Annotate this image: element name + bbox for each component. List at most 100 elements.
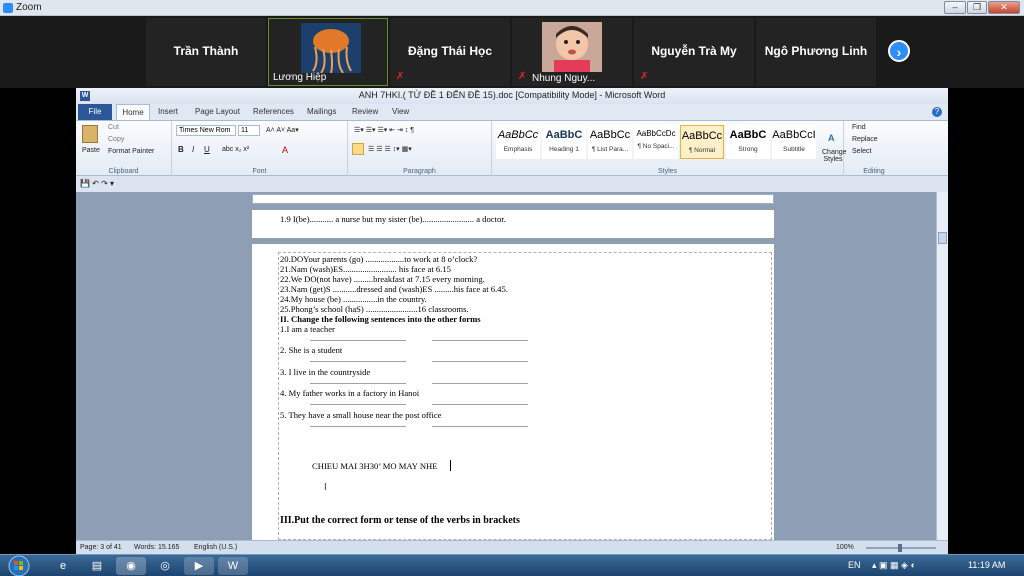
page-top-fragment: 1.9 I(be)........... a nurse but my sist… [252,210,774,238]
font-group: Times New Rom 11 A˄ A˅ Aa▾ B I U abc x₂ … [172,121,348,176]
windows-start-icon[interactable] [6,555,32,576]
style-list-paragraph[interactable]: AaBbCc ¶ List Para... [588,125,632,159]
horizontal-ruler[interactable] [252,194,774,204]
close-button[interactable]: ✕ [988,1,1020,14]
page[interactable]: 20.DOYour parents (go) .................… [252,244,774,540]
document-area[interactable]: 1.9 I(be)........... a nurse but my sist… [76,192,936,540]
folder-icon[interactable]: ▤ [82,557,112,575]
style-emphasis[interactable]: AaBbCc Emphasis [496,125,540,159]
style-heading-1[interactable]: AaBbC Heading 1 [542,125,586,159]
styles-group: AaBbCc Emphasis AaBbC Heading 1 AaBbCc ¶ Li… [492,121,847,176]
tray-icons[interactable]: ▴ ▣ ▦ ◈ ◐ [872,560,916,571]
scrollbar-thumb[interactable] [938,232,947,244]
word-window: ANH 7HKI.( TỪ ĐỀ 1 ĐẾN ĐỀ 15).doc [Compa… [76,88,948,554]
doc-line: 1.9 I(be)........... a nurse but my sist… [280,214,506,224]
font-name-select[interactable]: Times New Rom [176,125,236,136]
align-center-icon[interactable]: ☰ ☰ ☰ ↕▾ ▦▾ [368,145,412,153]
vertical-scrollbar[interactable] [936,192,948,540]
bullets-icon[interactable]: ☰▾ ☰▾ ☰▾ ⇤ ⇥ ↕ ¶ [354,126,414,134]
section-heading: III.Put the correct form or tense of the… [280,515,520,526]
style-strong[interactable]: AaBbC Strong [726,125,770,159]
save-icon[interactable]: 💾 ↶ ↷ ▾ [80,179,114,188]
group-label: Font [252,168,267,175]
tab-insert[interactable]: Insert [158,104,178,120]
participant-name: Nguyễn Trà My [651,44,737,58]
zoom-slider-thumb[interactable] [898,544,902,552]
group-label: Editing [863,168,885,175]
zoom-level[interactable]: 100% [836,544,854,551]
tab-file[interactable]: File [78,104,112,120]
language-indicator[interactable]: EN [848,560,861,570]
select-button[interactable]: Select [852,148,871,155]
copy-button[interactable]: Copy [108,136,124,143]
replace-button[interactable]: Replace [852,136,878,143]
section-heading: II. Change the following sentences into … [280,314,481,324]
paste-icon[interactable] [82,125,98,143]
group-label: Paragraph [403,168,436,175]
participant-tile[interactable]: Trần Thành [146,18,266,86]
zoom-taskbar-icon[interactable]: ▶ [184,557,214,575]
underline-icon[interactable]: U [204,145,210,154]
tab-view[interactable]: View [392,104,409,120]
answer-blank: ........................................… [310,334,406,343]
chrome-icon[interactable]: ◎ [150,557,180,575]
language-indicator[interactable]: English (U.S.) [194,544,237,551]
participant-name: Đặng Thái Học [407,44,492,58]
next-page-arrow-icon[interactable]: › [888,40,910,62]
restore-button[interactable]: ❐ [967,1,987,14]
child-avatar-image [542,22,602,72]
grow-font-icon[interactable]: A˄ A˅ Aa▾ [266,126,299,134]
paragraph-group: ☰▾ ☰▾ ☰▾ ⇤ ⇥ ↕ ¶ ☰ ☰ ☰ ↕▾ ▦▾ Paragraph [348,121,492,176]
style-subtitle[interactable]: AaBbCcI Subtitle [772,125,816,159]
doc-line: 21.Nam (wash)ES.........................… [280,264,451,274]
clipboard-group: Paste Cut Copy Format Painter Clipboard [76,121,172,176]
app-icon[interactable]: ◉ [116,557,146,575]
change-styles-icon[interactable]: A [828,133,835,143]
format-painter-button[interactable]: Format Painter [108,148,154,155]
help-icon[interactable]: ? [932,107,942,117]
participant-tile[interactable]: Nguyễn Trà My ✗ [634,18,754,86]
participant-tile[interactable]: ✗ Nhung Nguy... [512,18,632,86]
clock[interactable]: 11:19 AM [968,560,1005,570]
align-left-icon[interactable] [352,143,364,155]
exercise-item: 2. She is a student [280,345,343,355]
text-cursor [450,460,451,471]
doc-line: 24.My house (be) ................in the … [280,294,427,304]
page-count[interactable]: Page: 3 of 41 [80,544,122,551]
exercise-item: 3. I live in the countryside [280,367,371,377]
font-color-icon[interactable]: A [282,145,288,155]
minimize-button[interactable]: – [944,1,966,14]
zoom-app-icon [3,3,13,13]
cut-button[interactable]: Cut [108,124,119,131]
tab-mailings[interactable]: Mailings [307,104,336,120]
participant-tile-active[interactable]: Lương Hiệp [268,18,388,86]
participant-tile[interactable]: Ngô Phương Linh [756,18,876,86]
participant-tile[interactable]: Đặng Thái Học ✗ [390,18,510,86]
note-text: CHIEU MAI 3H30’ MO MAY NHE [312,461,438,471]
style-normal[interactable]: AaBbCc ¶ Normal [680,125,724,159]
exercise-item: 4. My father works in a factory in Hanoi [280,388,420,398]
jellyfish-avatar-image [301,23,361,73]
exercise-item: 1.I am a teacher [280,324,335,334]
italic-icon[interactable]: I [192,145,194,154]
find-button[interactable]: Find [852,124,866,131]
word-count[interactable]: Words: 15.165 [134,544,179,551]
answer-blank: ........................................… [310,377,406,386]
ie-icon[interactable]: e [48,557,78,575]
answer-blank: ........................................… [432,355,528,364]
muted-mic-icon: ✗ [640,71,649,82]
style-no-spacing[interactable]: AaBbCcDc ¶ No Spaci... [634,125,678,159]
tab-page-layout[interactable]: Page Layout [195,104,240,120]
participant-name: Trần Thành [173,44,239,58]
paste-button[interactable]: Paste [82,147,100,154]
change-styles-button[interactable]: Change Styles [822,149,847,163]
font-size-select[interactable]: 11 [238,125,260,136]
quick-access-toolbar: 💾 ↶ ↷ ▾ [76,176,948,192]
tab-review[interactable]: Review [352,104,378,120]
bold-icon[interactable]: B [178,145,184,154]
tab-references[interactable]: References [253,104,294,120]
doc-line: 22.We DO(not have) .........breakfast at… [280,274,485,284]
strikethrough-icon[interactable]: abc x₂ x² [222,146,249,153]
tab-home[interactable]: Home [116,104,150,120]
word-taskbar-icon[interactable]: W [218,557,248,575]
